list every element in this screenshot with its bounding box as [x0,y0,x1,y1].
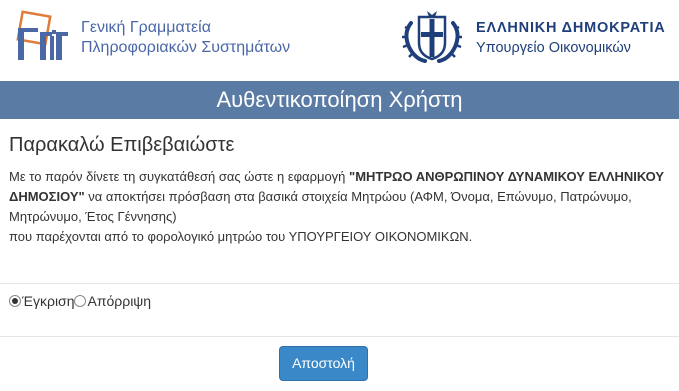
consent-text-part1: Με το παρόν δίνετε τη συγκατάθεσή σας ώσ… [9,169,350,184]
approve-radio[interactable] [9,295,21,307]
ministry-name: Υπουργείο Οικονομικών [476,40,631,56]
reject-option[interactable]: Απόρριψη [74,293,151,309]
submit-button[interactable]: Αποστολή [279,346,368,381]
divider [0,283,679,284]
government-title: ΕΛΛΗΝΙΚΗ ΔΗΜΟΚΡΑΤΙΑ [476,20,666,36]
confirm-heading: Παρακαλώ Επιβεβαιώστε [9,134,235,156]
page-title: Αυθεντικοποίηση Χρήστη [216,87,463,112]
gsis-name-line1: Γενική Γραμματεία [81,19,211,36]
approve-label: Έγκριση [22,293,75,309]
gsis-name: Γενική Γραμματεία Πληροφοριακών Συστημάτ… [81,18,290,58]
page-title-bar: Αυθεντικοποίηση Χρήστη [0,81,679,119]
reject-label: Απόρριψη [87,293,152,309]
reject-radio[interactable] [74,295,87,307]
gsis-name-line2: Πληροφοριακών Συστημάτων [81,39,291,56]
consent-text: Με το παρόν δίνετε τη συγκατάθεσή σας ώσ… [9,167,674,247]
consent-options: Έγκριση Απόρριψη [9,291,151,311]
government-name: ΕΛΛΗΝΙΚΗ ΔΗΜΟΚΡΑΤΙΑ Υπουργείο Οικονομικώ… [476,18,666,58]
consent-text-part3: που παρέχονται από το φορολογικό μητρώο … [9,229,473,244]
greek-coat-of-arms-icon [399,9,465,69]
header: Γενική Γραμματεία Πληροφοριακών Συστημάτ… [0,0,679,80]
approve-option[interactable]: Έγκριση [9,293,74,309]
consent-text-part2: να αποκτήσει πρόσβαση στα βασικά στοιχεί… [9,189,632,224]
gsis-logo-icon [12,10,72,66]
divider [0,336,679,337]
